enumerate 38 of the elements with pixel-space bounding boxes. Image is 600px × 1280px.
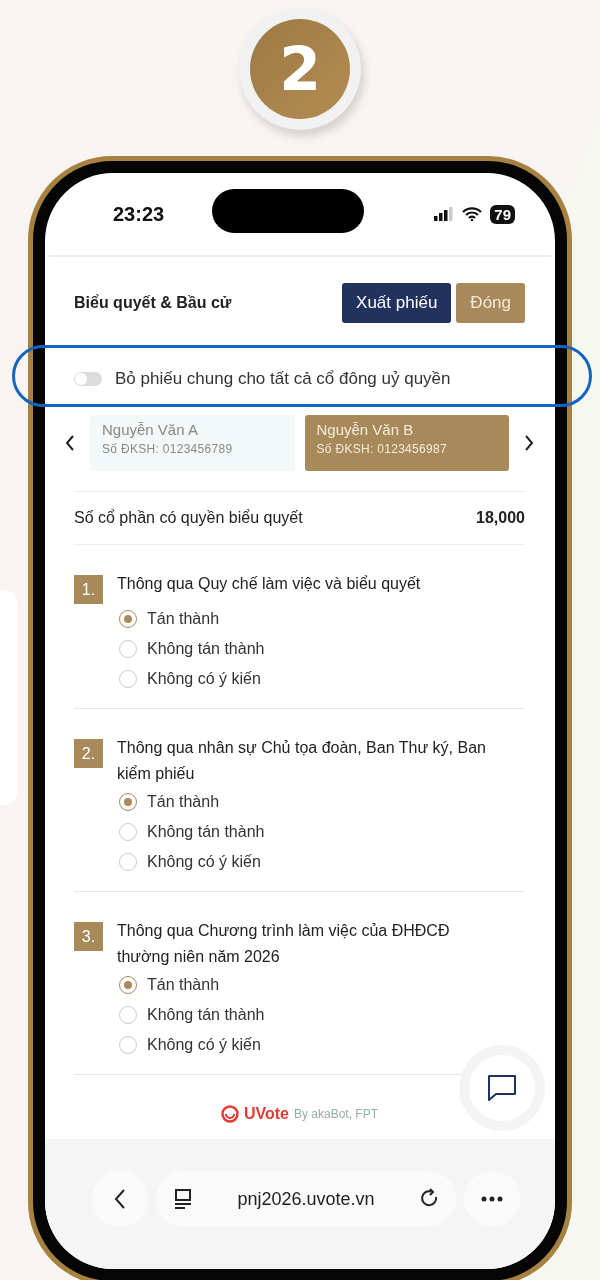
question-number: 2. [74,739,103,768]
page-title: Biểu quyết & Bầu cử [74,294,232,312]
back-icon [114,1188,126,1210]
export-button[interactable]: Xuất phiếu [342,283,452,323]
battery-level: 79 [490,204,515,224]
url-text: pnj2026.uvote.vn [237,1188,375,1210]
shareholder-card[interactable]: Nguyễn Văn A Số ĐKSH: 0123456789 [90,415,295,471]
option-label: Tán thành [147,793,220,811]
toggle-label: Bỏ phiếu chung cho tất cả cổ đông uỷ quyền [115,369,451,389]
shares-label: Số cổ phần có quyền biểu quyết [74,509,303,527]
option-label: Không tán thành [147,823,265,841]
question-title: Thông qua Chương trình làm việc của ĐHĐCĐ thường niên năm 2026 [117,921,451,967]
option-label: Không có ý kiến [147,670,261,688]
status-time: 23:23 [113,202,165,226]
signal-icon [434,207,455,221]
chat-icon [487,1074,517,1102]
brand-name: UVote [243,1105,289,1123]
reader-icon[interactable] [174,1189,192,1209]
wifi-icon [462,207,483,221]
option-label: Không tán thành [147,1006,265,1024]
shares-value: 18,000 [476,509,525,527]
brand-tagline: By akaBot, FPT [294,1107,379,1121]
option-label: Không tán thành [147,640,265,658]
shareholder-card[interactable]: Nguyễn Văn B Số ĐKSH: 0123456987 [304,415,509,471]
close-button[interactable]: Đóng [456,283,525,323]
question-number: 3. [74,922,103,951]
smile-logo-icon [220,1105,239,1123]
option-label: Tán thành [147,610,220,628]
question-number: 1. [74,575,103,604]
question-title: Thông qua Quy chế làm việc và biểu quyết [117,574,422,594]
option-label: Không có ý kiến [147,853,261,871]
option-label: Tán thành [147,976,220,994]
option-label: Không có ý kiến [147,1036,261,1054]
question-title: Thông qua nhân sự Chủ tọa đoàn, Ban Thư ký, Ban kiểm phiếu [117,738,487,784]
address-bar[interactable]: pnj2026.uvote.vn [156,1171,456,1227]
step-number: 2 [250,19,350,119]
toggle-switch[interactable] [74,372,102,386]
more-icon [481,1196,503,1202]
